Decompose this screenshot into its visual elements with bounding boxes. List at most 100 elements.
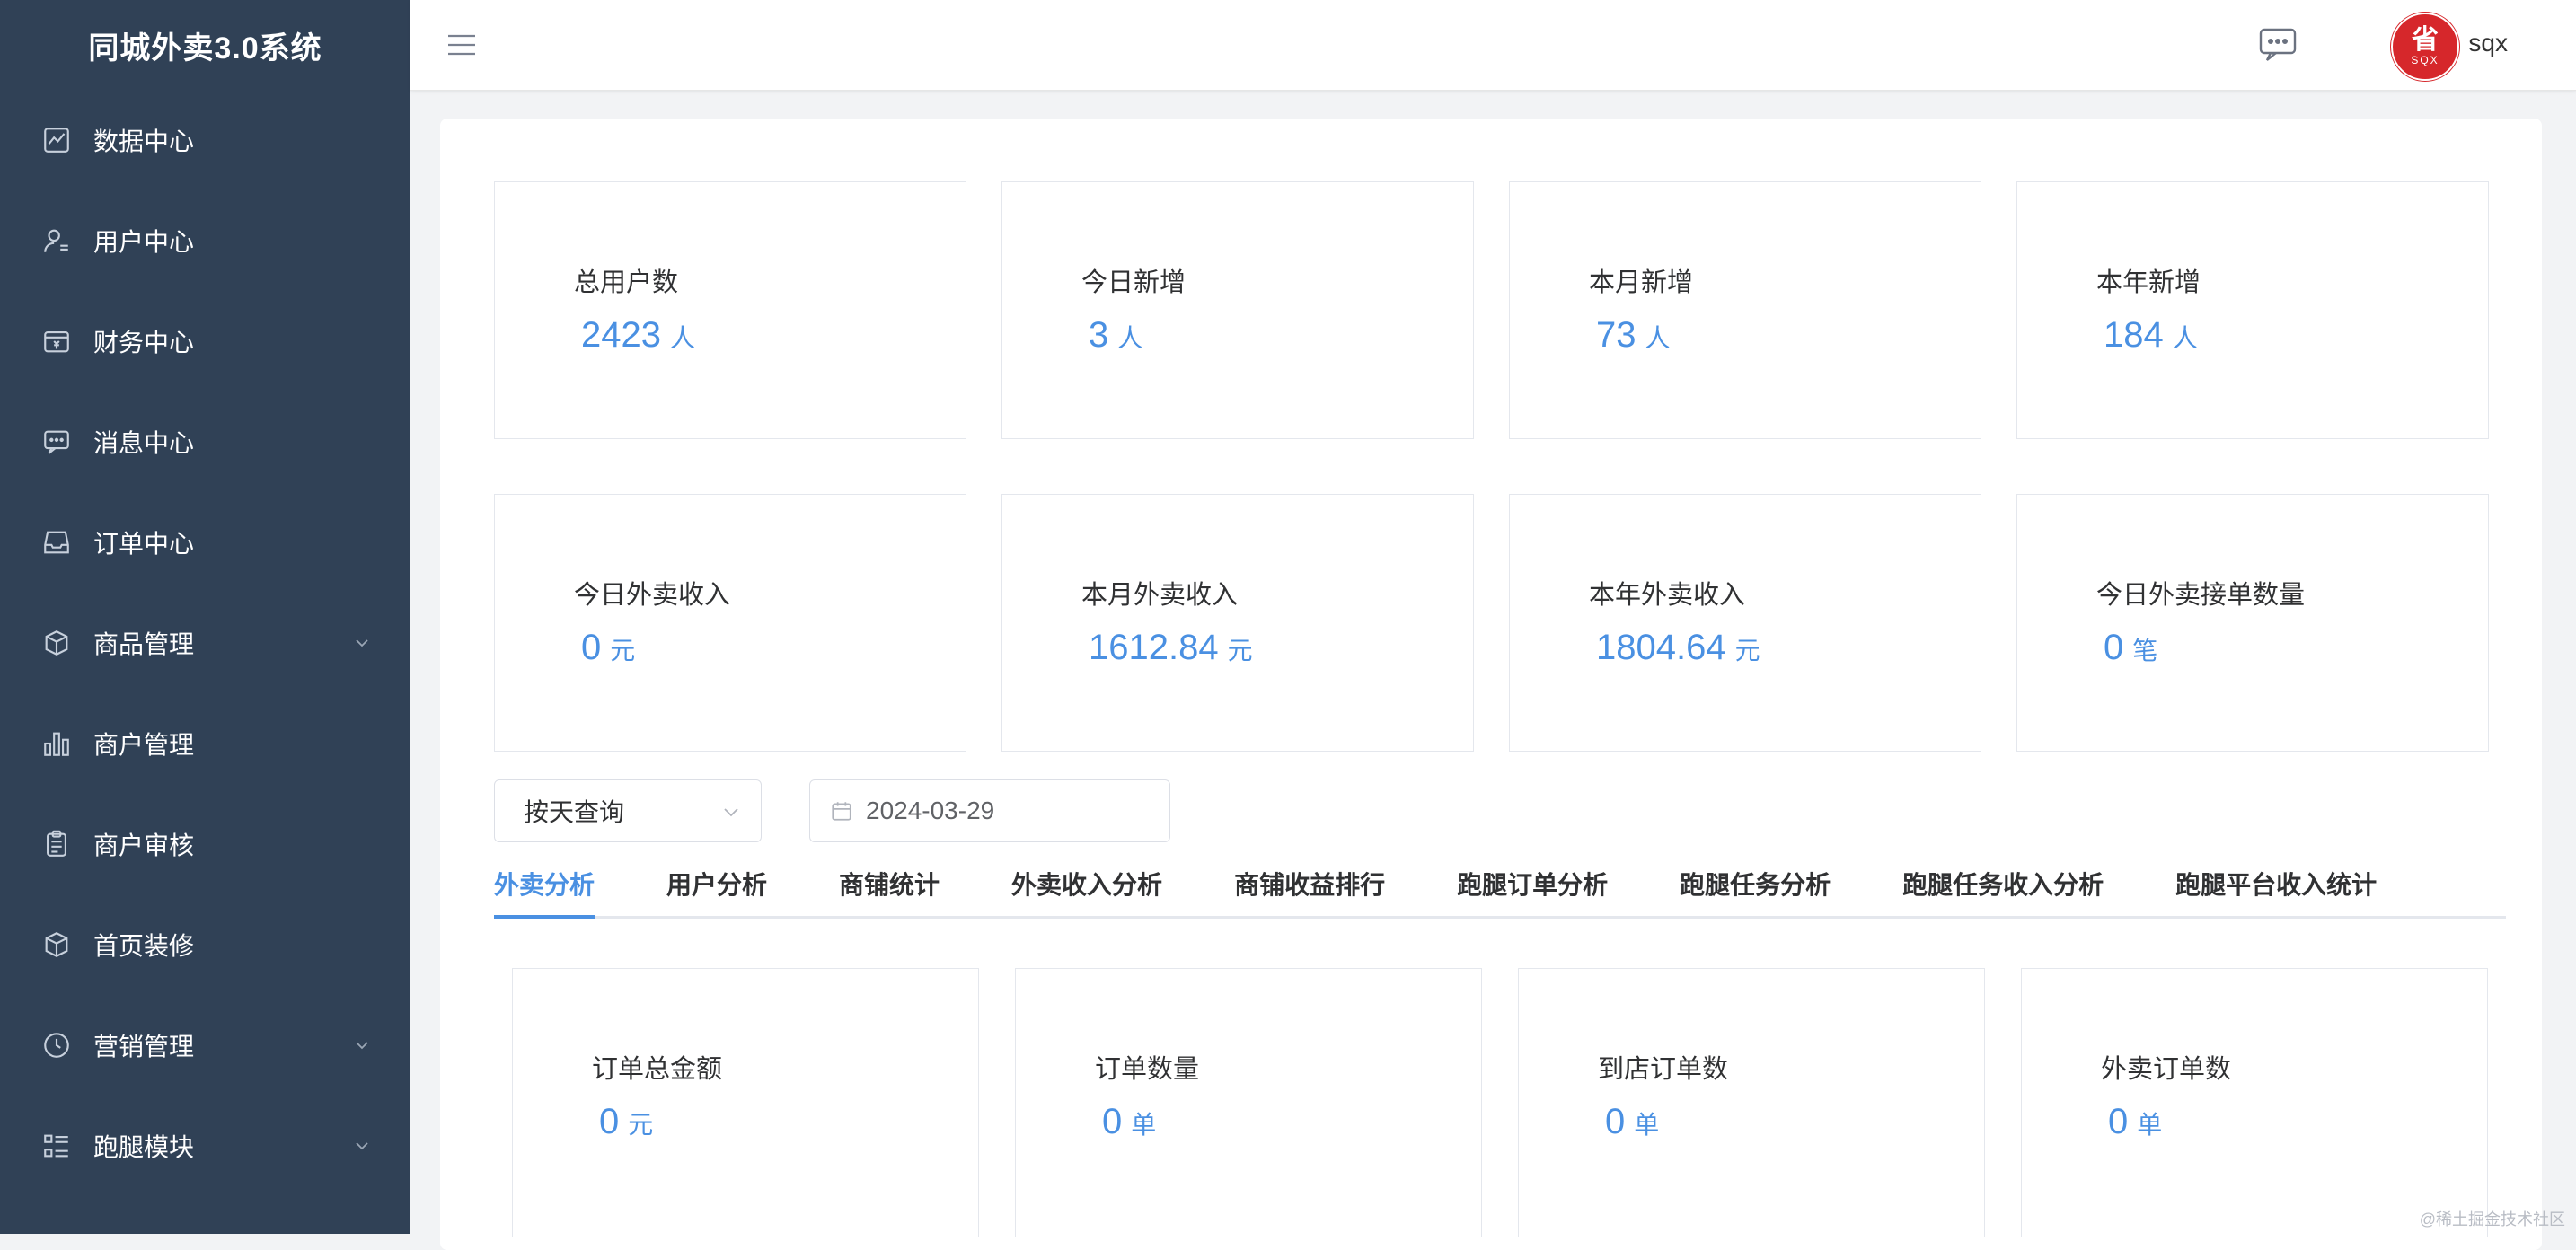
tab-takeout-income-analysis[interactable]: 外卖收入分析 xyxy=(1011,860,1162,916)
stat-title: 本月新增 xyxy=(1589,268,1694,297)
tab-errand-task-income-analysis[interactable]: 跑腿任务收入分析 xyxy=(1902,860,2104,916)
stat-card-dine-in-orders: 到店订单数 0单 xyxy=(1518,968,1985,1237)
stat-number: 184 xyxy=(2104,315,2164,355)
sidebar-item-label: 商品管理 xyxy=(93,630,195,658)
tab-errand-task-analysis[interactable]: 跑腿任务分析 xyxy=(1680,860,1831,916)
watermark: @稀土掘金技术社区 xyxy=(2419,1210,2565,1228)
stat-card-takeout-orders: 外卖订单数 0单 xyxy=(2021,968,2488,1237)
stat-number: 1612.84 xyxy=(1089,628,1219,667)
stat-title: 今日新增 xyxy=(1081,268,1187,297)
date-picker[interactable]: 2024-03-29 xyxy=(809,779,1170,842)
tab-takeout-analysis[interactable]: 外卖分析 xyxy=(494,860,595,919)
stat-number: 0 xyxy=(2108,1102,2129,1141)
tab-shop-revenue-ranking[interactable]: 商铺收益排行 xyxy=(1234,860,1385,916)
stat-value: 0笔 xyxy=(2104,628,2157,668)
stat-title: 到店订单数 xyxy=(1598,1055,1729,1084)
stat-title: 本月外卖收入 xyxy=(1081,581,1239,610)
sidebar-item-homepage-decoration[interactable]: 首页装修 xyxy=(0,894,410,995)
box-icon xyxy=(40,626,74,660)
stat-value: 0单 xyxy=(1605,1102,1659,1142)
sidebar-item-merchant-review[interactable]: 商户审核 xyxy=(0,794,410,894)
main-panel: 总用户数 2423 人 今日新增 3人 本月新增 73 人 本年新增 184 人 今日… xyxy=(440,119,2542,1250)
query-mode-select[interactable]: 按天查询 xyxy=(494,779,762,842)
sidebar-item-label: 商户审核 xyxy=(93,832,195,859)
stat-unit: 单 xyxy=(1131,1111,1157,1139)
stat-unit: 人 xyxy=(669,324,695,352)
chevron-down-icon xyxy=(356,1142,368,1150)
inbox-icon xyxy=(40,525,74,559)
stat-unit: 人 xyxy=(2172,324,2198,352)
box-icon xyxy=(40,928,74,962)
stat-value: 0元 xyxy=(581,628,635,668)
sidebar-item-user-center[interactable]: 用户中心 xyxy=(0,190,410,291)
chevron-down-icon xyxy=(724,808,738,817)
stat-value: 1804.64 元 xyxy=(1596,628,1760,668)
sidebar-item-marketing-management[interactable]: 营销管理 xyxy=(0,995,410,1096)
stat-value: 2423 人 xyxy=(581,315,695,356)
chat-icon[interactable] xyxy=(2258,27,2298,63)
sidebar-item-label: 用户中心 xyxy=(93,228,195,256)
avatar-logo-text: 省 xyxy=(2412,25,2439,55)
stat-card-order-total-amount: 订单总金额 0元 xyxy=(512,968,979,1237)
chart-icon xyxy=(40,123,74,157)
avatar[interactable]: 省 SQX xyxy=(2391,13,2459,81)
sidebar-item-label: 营销管理 xyxy=(93,1033,195,1061)
sidebar-item-label: 数据中心 xyxy=(93,128,195,155)
sidebar-item-errand-module[interactable]: 跑腿模块 xyxy=(0,1096,410,1196)
sidebar-item-product-management[interactable]: 商品管理 xyxy=(0,593,410,693)
tab-errand-order-analysis[interactable]: 跑腿订单分析 xyxy=(1457,860,1608,916)
stat-card-year-new: 本年新增 184 人 xyxy=(2016,181,2489,439)
sidebar-item-label: 首页装修 xyxy=(93,932,195,960)
stat-value: 1612.84 元 xyxy=(1089,628,1253,668)
stat-number: 73 xyxy=(1596,315,1636,355)
stat-number: 2423 xyxy=(581,315,661,355)
hamburger-menu-icon[interactable] xyxy=(446,31,477,59)
chevron-down-icon xyxy=(356,639,368,647)
message-icon xyxy=(40,425,74,459)
stat-number: 1804.64 xyxy=(1596,628,1726,667)
clipboard-icon xyxy=(40,827,74,861)
stat-card-year-income: 本年外卖收入 1804.64 元 xyxy=(1509,494,1981,752)
select-value: 按天查询 xyxy=(524,798,625,826)
tab-errand-platform-income[interactable]: 跑腿平台收入统计 xyxy=(2175,860,2377,916)
sidebar-item-data-center[interactable]: 数据中心 xyxy=(0,90,410,190)
tab-shop-statistics[interactable]: 商铺统计 xyxy=(839,860,940,916)
sidebar-item-order-center[interactable]: 订单中心 xyxy=(0,492,410,593)
stat-number: 0 xyxy=(2104,628,2124,667)
clock-icon xyxy=(40,1028,74,1062)
list-icon xyxy=(40,1129,74,1163)
app-title: 同城外卖3.0系统 xyxy=(88,31,322,66)
stat-card-today-income: 今日外卖收入 0元 xyxy=(494,494,966,752)
stat-card-today-orders-accepted: 今日外卖接单数量 0笔 xyxy=(2016,494,2489,752)
stat-card-order-count: 订单数量 0单 xyxy=(1015,968,1482,1237)
sidebar-item-label: 财务中心 xyxy=(93,329,195,357)
avatar-logo-subtext: SQX xyxy=(2411,54,2439,66)
sidebar: 同城外卖3.0系统 数据中心 用户中心 财务中心 消息中心 订单中心 商品管理 … xyxy=(0,0,410,1234)
user-icon xyxy=(40,224,74,258)
sidebar-menu: 数据中心 用户中心 财务中心 消息中心 订单中心 商品管理 商户管理 商户审核 … xyxy=(0,90,410,1196)
stat-number: 0 xyxy=(1605,1102,1626,1141)
stat-value: 0元 xyxy=(599,1102,653,1142)
stat-value: 0单 xyxy=(2108,1102,2162,1142)
sidebar-item-label: 消息中心 xyxy=(93,429,195,457)
sidebar-item-message-center[interactable]: 消息中心 xyxy=(0,392,410,492)
stat-unit: 单 xyxy=(2137,1111,2163,1139)
date-value: 2024-03-29 xyxy=(866,797,995,824)
sidebar-item-merchant-management[interactable]: 商户管理 xyxy=(0,693,410,794)
sidebar-item-finance-center[interactable]: 财务中心 xyxy=(0,291,410,392)
username[interactable]: sqx xyxy=(2468,29,2508,57)
stat-card-today-new: 今日新增 3人 xyxy=(1001,181,1474,439)
stat-value: 73 人 xyxy=(1596,315,1671,356)
stat-title: 订单数量 xyxy=(1095,1055,1200,1084)
stat-value: 184 人 xyxy=(2104,315,2198,356)
bars-icon xyxy=(40,726,74,761)
stat-value: 3人 xyxy=(1089,315,1142,356)
top-header: 省 SQX sqx xyxy=(410,0,2576,91)
calendar-icon xyxy=(832,802,851,821)
tab-user-analysis[interactable]: 用户分析 xyxy=(666,860,767,916)
stat-card-month-income: 本月外卖收入 1612.84 元 xyxy=(1001,494,1474,752)
stat-title: 今日外卖接单数量 xyxy=(2096,581,2306,610)
stat-title: 外卖订单数 xyxy=(2101,1055,2232,1084)
stat-unit: 元 xyxy=(610,637,636,665)
stat-card-month-new: 本月新增 73 人 xyxy=(1509,181,1981,439)
